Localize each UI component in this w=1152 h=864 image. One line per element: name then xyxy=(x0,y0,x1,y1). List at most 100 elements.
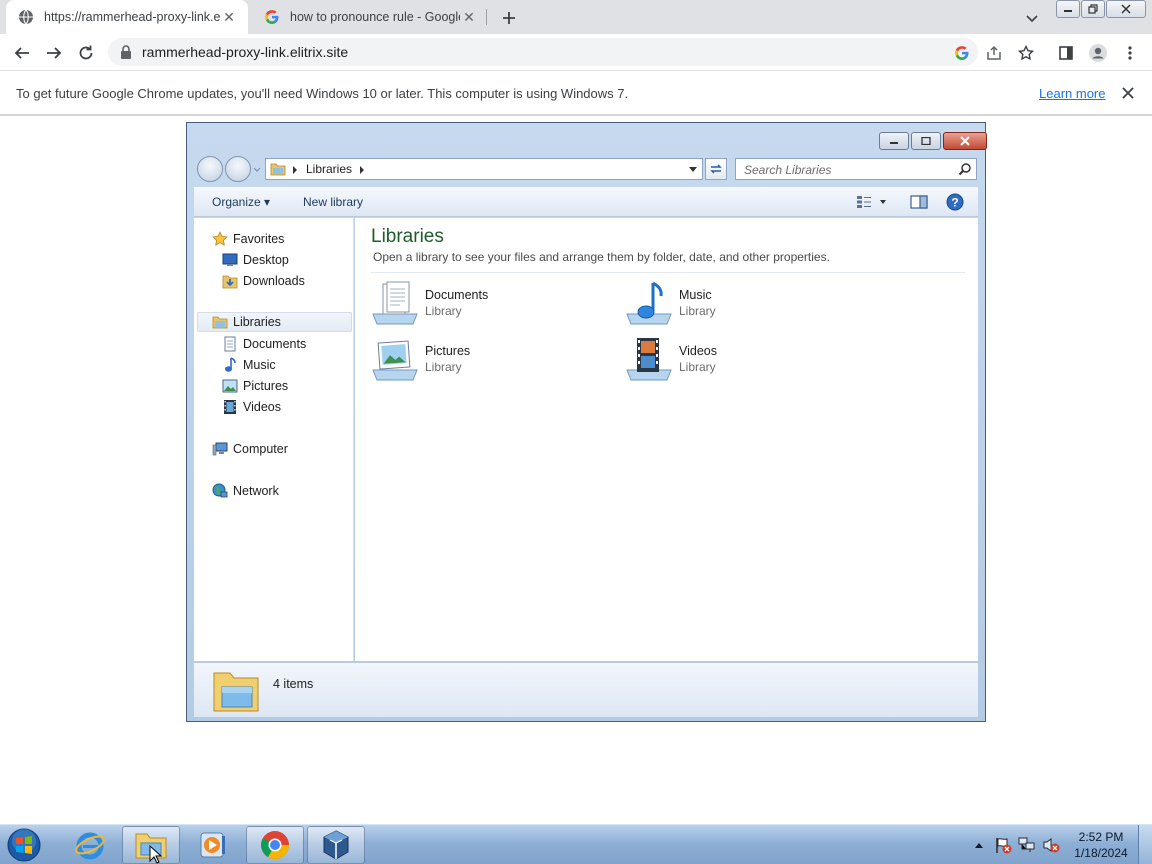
nav-computer[interactable]: Computer xyxy=(212,439,288,459)
tab-rammerhead[interactable]: https://rammerhead-proxy-link.e ✕ xyxy=(6,0,248,34)
breadcrumb-arrow-icon[interactable] xyxy=(292,166,298,174)
minimize-icon xyxy=(890,142,898,144)
explorer-refresh-button[interactable] xyxy=(705,158,727,180)
bookmark-star-icon[interactable] xyxy=(1015,42,1037,64)
breadcrumb-arrow-icon[interactable] xyxy=(359,166,365,174)
svg-text:?: ? xyxy=(951,196,958,210)
nav-documents[interactable]: Documents xyxy=(222,334,306,354)
forward-button[interactable] xyxy=(43,42,65,64)
explorer-minimize-button[interactable] xyxy=(879,132,909,150)
breadcrumb-libraries[interactable]: Libraries xyxy=(306,162,352,176)
back-button[interactable] xyxy=(11,42,33,64)
restore-icon xyxy=(1088,4,1098,14)
show-desktop-button[interactable] xyxy=(1138,825,1152,864)
view-options-icon xyxy=(857,196,886,208)
pictures-icon xyxy=(222,378,238,394)
reload-button[interactable] xyxy=(75,42,97,64)
maximize-icon xyxy=(921,137,931,145)
tab-google-search[interactable]: how to pronounce rule - Google ✕ xyxy=(252,0,488,34)
nav-videos[interactable]: Videos xyxy=(222,397,281,417)
preview-pane-button[interactable] xyxy=(910,192,928,212)
refresh-arrows-icon xyxy=(710,164,722,174)
search-libraries-input[interactable]: Search Libraries xyxy=(735,158,977,180)
organize-button[interactable]: Organize ▾ xyxy=(212,195,270,209)
taskbar-media-player[interactable] xyxy=(184,826,242,864)
side-panel-icon[interactable] xyxy=(1055,42,1077,64)
new-tab-button[interactable] xyxy=(498,7,520,29)
restore-button[interactable] xyxy=(1081,0,1105,18)
nav-desktop[interactable]: Desktop xyxy=(222,250,289,270)
tab-close-icon[interactable]: ✕ xyxy=(220,8,238,26)
start-button[interactable] xyxy=(4,827,44,863)
taskbar-google-chrome[interactable] xyxy=(246,826,304,864)
explorer-forward-button[interactable] xyxy=(225,156,251,182)
network-computers-icon xyxy=(1018,837,1035,852)
libraries-folder-icon xyxy=(212,314,228,330)
update-infobar: To get future Google Chrome updates, you… xyxy=(0,71,1152,116)
tab-close-icon[interactable]: ✕ xyxy=(460,8,478,26)
search-placeholder: Search Libraries xyxy=(744,163,832,177)
star-icon xyxy=(212,231,228,247)
explorer-back-button[interactable] xyxy=(197,156,223,182)
item-count: 4 items xyxy=(273,677,314,691)
explorer-close-button[interactable] xyxy=(943,132,987,150)
explorer-maximize-button[interactable] xyxy=(911,132,941,150)
library-videos[interactable]: Videos Library xyxy=(625,336,865,384)
new-library-button[interactable]: New library xyxy=(303,195,363,209)
internet-explorer-icon xyxy=(75,832,105,860)
documents-library-icon xyxy=(371,280,419,328)
details-pane: 4 items xyxy=(194,662,978,717)
help-icon: ? xyxy=(946,193,964,211)
network-globe-icon xyxy=(212,483,228,499)
nav-libraries[interactable]: Libraries xyxy=(197,312,352,332)
close-icon xyxy=(1122,87,1134,99)
recent-pages-chevron-icon[interactable] xyxy=(253,166,261,174)
explorer-window: Libraries Search Libraries Organize ▾ Ne… xyxy=(186,122,987,722)
volume-tray[interactable] xyxy=(1040,833,1062,857)
nav-downloads[interactable]: Downloads xyxy=(222,271,305,291)
library-pictures[interactable]: Pictures Library xyxy=(371,336,611,384)
preview-pane-icon xyxy=(910,195,928,209)
share-icon[interactable] xyxy=(983,42,1005,64)
tab-title: how to pronounce rule - Google xyxy=(290,10,460,24)
profile-avatar-icon[interactable] xyxy=(1087,42,1109,64)
videos-filmstrip-icon xyxy=(222,399,238,415)
network-tray[interactable] xyxy=(1016,833,1038,857)
content-subtitle: Open a library to see your files and arr… xyxy=(373,250,830,264)
desktop-icon xyxy=(222,252,238,268)
nav-favorites[interactable]: Favorites xyxy=(212,229,284,249)
taskbar-internet-explorer[interactable] xyxy=(61,826,119,864)
url-text[interactable]: rammerhead-proxy-link.elitrix.site xyxy=(142,44,348,60)
nav-music[interactable]: Music xyxy=(222,355,276,375)
nav-network[interactable]: Network xyxy=(212,481,279,501)
learn-more-link[interactable]: Learn more xyxy=(1039,86,1105,101)
arrow-left-icon xyxy=(14,47,29,59)
taskbar-windows-explorer[interactable] xyxy=(122,826,180,864)
action-center-tray[interactable] xyxy=(992,833,1014,857)
plus-icon xyxy=(503,12,515,24)
lock-icon[interactable] xyxy=(120,45,132,64)
libraries-folder-icon xyxy=(270,162,286,181)
tab-search-button[interactable] xyxy=(1022,8,1042,28)
library-documents[interactable]: Documents Library xyxy=(371,280,611,328)
clock-time: 2:52 PM xyxy=(1078,830,1124,844)
caret-up-icon xyxy=(975,843,983,848)
taskbar-clock[interactable]: 2:52 PM 1/18/2024 xyxy=(1068,829,1134,861)
show-hidden-icons-button[interactable] xyxy=(972,833,986,857)
chevron-down-icon xyxy=(1026,15,1038,23)
menu-kebab-icon[interactable] xyxy=(1119,42,1141,64)
library-music[interactable]: Music Library xyxy=(625,280,865,328)
infobar-close-button[interactable] xyxy=(1118,83,1138,103)
address-dropdown-icon[interactable] xyxy=(688,167,698,173)
nav-pictures[interactable]: Pictures xyxy=(222,376,288,396)
library-type: Library xyxy=(679,304,716,318)
window-controls xyxy=(1056,0,1147,20)
google-translate-icon[interactable] xyxy=(951,42,973,64)
address-bar[interactable]: rammerhead-proxy-link.elitrix.site xyxy=(108,38,978,66)
taskbar-virtualbox[interactable] xyxy=(307,826,365,864)
minimize-button[interactable] xyxy=(1056,0,1080,18)
help-button[interactable]: ? xyxy=(946,192,964,212)
change-view-button[interactable] xyxy=(856,192,888,212)
close-button[interactable] xyxy=(1106,0,1146,18)
explorer-address-bar[interactable]: Libraries xyxy=(265,158,703,180)
